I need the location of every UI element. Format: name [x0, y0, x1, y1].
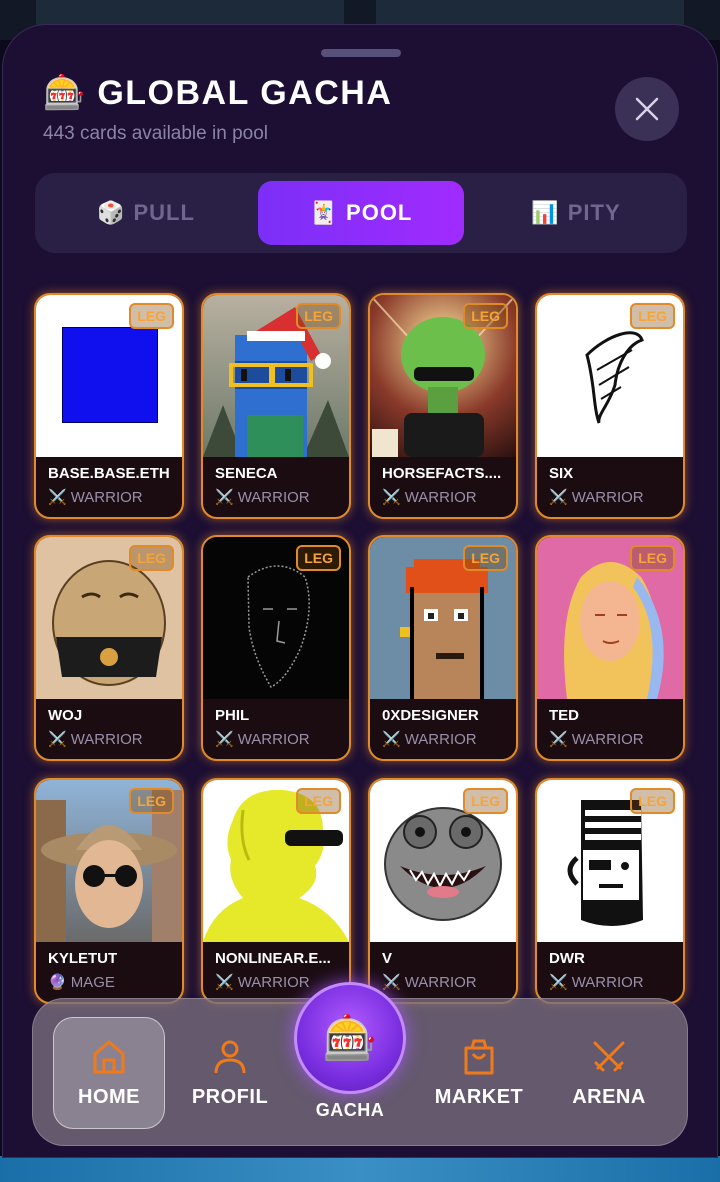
swords-icon: ⚔️ [549, 731, 568, 748]
rarity-badge: LEG [129, 788, 174, 814]
card-name: NONLINEAR.E... [215, 950, 331, 967]
card[interactable]: LEG SIX ⚔️ WARRIOR [535, 293, 685, 519]
nav-arena[interactable]: ARENA [553, 1017, 665, 1129]
card-name: BASE.BASE.ETH [48, 465, 170, 482]
card[interactable]: LEG TED ⚔️ WARRIOR [535, 535, 685, 761]
card[interactable]: LEG NONLINEAR.E... ⚔️ WARRIOR [201, 778, 351, 1004]
rarity-badge: LEG [129, 545, 174, 571]
joker-card-icon: 🃏 [309, 200, 339, 225]
card-class: ⚔️ WARRIOR [215, 488, 310, 507]
card-class: ⚔️ WARRIOR [549, 488, 644, 507]
rarity-badge: LEG [463, 545, 508, 571]
tab-label: PITY [567, 200, 621, 225]
card-name: WOJ [48, 707, 83, 724]
card-class: ⚔️ WARRIOR [382, 730, 477, 749]
crystal-ball-icon: 🔮 [48, 974, 67, 991]
card[interactable]: LEG WOJ ⚔️ WARRIOR [34, 535, 184, 761]
bar-chart-icon: 📊 [531, 200, 560, 225]
swords-icon: ⚔️ [549, 489, 568, 506]
nav-home[interactable]: HOME [53, 1017, 165, 1129]
card[interactable]: LEG HORSEFACTS.... ⚔️ WARRIOR [368, 293, 518, 519]
crossed-swords-icon [593, 1041, 625, 1071]
card-class: ⚔️ WARRIOR [48, 488, 143, 507]
card[interactable]: LEG DWR ⚔️ WARRIOR [535, 778, 685, 1004]
card-class: ⚔️ WARRIOR [48, 730, 143, 749]
swords-icon: ⚔️ [215, 731, 234, 748]
nav-label: MARKET [434, 1085, 524, 1108]
card-name: 0XDESIGNER [382, 707, 479, 724]
swords-icon: ⚔️ [382, 489, 401, 506]
card-name: DWR [549, 950, 585, 967]
card-name: SENECA [215, 465, 278, 482]
swords-icon: ⚔️ [382, 974, 401, 991]
card-name: KYLETUT [48, 950, 118, 967]
close-button[interactable] [615, 77, 679, 141]
rarity-badge: LEG [463, 788, 508, 814]
card[interactable]: LEG KYLETUT 🔮 MAGE [34, 778, 184, 1004]
nav-label: PROFIL [191, 1085, 269, 1108]
rarity-badge: LEG [296, 788, 341, 814]
rarity-badge: LEG [463, 303, 508, 329]
home-icon [93, 1040, 125, 1073]
nav-profil[interactable]: PROFIL [174, 1017, 286, 1129]
rarity-badge: LEG [296, 545, 341, 571]
rarity-badge: LEG [630, 788, 675, 814]
nav-gacha[interactable]: 🎰 [294, 982, 406, 1094]
background-bottom [0, 1156, 720, 1182]
swords-icon: ⚔️ [215, 974, 234, 991]
tab-pull[interactable]: 🎲 PULL [43, 181, 249, 245]
dice-icon: 🎲 [97, 200, 126, 225]
nav-label: HOME [78, 1085, 140, 1108]
card[interactable]: LEG V ⚔️ WARRIOR [368, 778, 518, 1004]
card[interactable]: LEG 0XDESIGNER ⚔️ WARRIOR [368, 535, 518, 761]
page-title: GLOBAL GACHA [97, 73, 393, 112]
nav-label-gacha: GACHA [315, 1100, 385, 1120]
card-name: V [382, 950, 393, 967]
card-class: ⚔️ WARRIOR [382, 488, 477, 507]
header: 🎰 GLOBAL GACHA [43, 73, 392, 113]
slot-machine-icon: 🎰 [322, 1014, 378, 1063]
card-name: TED [549, 707, 579, 724]
nav-label: ARENA [572, 1085, 646, 1108]
card-name: SIX [549, 465, 574, 482]
slot-machine-icon: 🎰 [43, 74, 86, 112]
tab-pool[interactable]: 🃏 POOL [258, 181, 464, 245]
card-class: ⚔️ WARRIOR [215, 730, 310, 749]
card[interactable]: LEG BASE.BASE.ETH ⚔️ WARRIOR [34, 293, 184, 519]
card[interactable]: LEG SENECA ⚔️ WARRIOR [201, 293, 351, 519]
swords-icon: ⚔️ [215, 489, 234, 506]
user-icon [214, 1040, 246, 1073]
shopping-bag-icon [464, 1039, 494, 1074]
tab-bar: 🎲 PULL 🃏 POOL 📊 PITY [35, 173, 687, 253]
card[interactable]: LEG PHIL ⚔️ WARRIOR [201, 535, 351, 761]
rarity-badge: LEG [296, 303, 341, 329]
tab-label: PULL [133, 200, 195, 225]
rarity-badge: LEG [630, 303, 675, 329]
rarity-badge: LEG [630, 545, 675, 571]
tab-pity[interactable]: 📊 PITY [473, 181, 679, 245]
card-class: 🔮 MAGE [48, 973, 115, 992]
pool-count: 443 cards available in pool [43, 123, 268, 144]
swords-icon: ⚔️ [48, 489, 67, 506]
close-icon [635, 97, 659, 121]
nav-market[interactable]: MARKET [423, 1017, 535, 1129]
card-class: ⚔️ WARRIOR [549, 730, 644, 749]
drag-handle[interactable] [321, 49, 401, 57]
swords-icon: ⚔️ [549, 974, 568, 991]
card-class: ⚔️ WARRIOR [215, 973, 310, 992]
swords-icon: ⚔️ [382, 731, 401, 748]
card-name: PHIL [215, 707, 250, 724]
card-class: ⚔️ WARRIOR [382, 973, 477, 992]
card-class: ⚔️ WARRIOR [549, 973, 644, 992]
rarity-badge: LEG [129, 303, 174, 329]
card-name: HORSEFACTS.... [382, 465, 502, 482]
swords-icon: ⚔️ [48, 731, 67, 748]
tab-label: POOL [346, 200, 413, 225]
